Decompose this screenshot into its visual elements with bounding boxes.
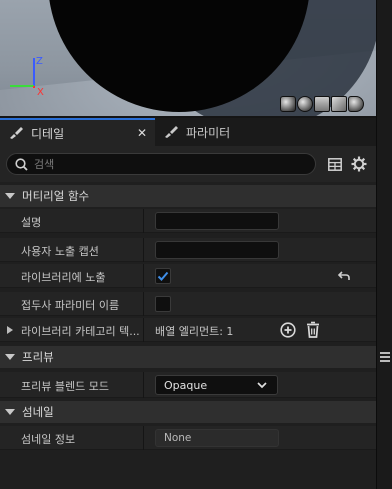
tab-parameters[interactable]: 파라미터 bbox=[155, 118, 238, 146]
column-divider[interactable] bbox=[143, 292, 144, 316]
panel-tab-bar: 디테일 ✕ 파라미터 bbox=[0, 118, 376, 146]
checkmark-icon bbox=[157, 271, 169, 281]
row-label: 설명 bbox=[21, 216, 42, 229]
search-row bbox=[0, 146, 376, 182]
section-material-function[interactable]: 머티리얼 함수 bbox=[0, 185, 376, 207]
expand-arrow-icon[interactable] bbox=[7, 326, 13, 334]
table-view-icon[interactable] bbox=[328, 158, 342, 171]
add-element-icon[interactable] bbox=[280, 322, 296, 338]
row-label: 사용자 노출 캡션 bbox=[21, 245, 99, 258]
array-elements-count: 배열 엘리먼트: 1 bbox=[155, 325, 234, 338]
gizmo-z-label: Z bbox=[36, 56, 43, 67]
column-divider[interactable] bbox=[143, 318, 144, 342]
column-divider[interactable] bbox=[143, 209, 144, 233]
section-thumbnail[interactable]: 섬네일 bbox=[0, 401, 376, 423]
cylinder-icon[interactable] bbox=[280, 96, 296, 112]
column-divider[interactable] bbox=[143, 426, 144, 450]
row-label: 라이브러리 카테고리 텍... bbox=[21, 325, 140, 338]
row-label: 라이브러리에 노출 bbox=[21, 271, 106, 284]
brush-icon bbox=[10, 127, 23, 139]
column-divider[interactable] bbox=[143, 238, 144, 262]
chevron-down-icon bbox=[257, 382, 267, 389]
details-panel: 머티리얼 함수 설명 사용자 노출 캡션 라이브러리에 노출 접두사 파라미터 … bbox=[0, 146, 376, 489]
tab-parameters-label: 파라미터 bbox=[186, 125, 231, 140]
column-divider[interactable] bbox=[143, 264, 144, 288]
section-title: 머티리얼 함수 bbox=[22, 189, 90, 203]
row-thumbnail-info: 섬네일 정보 None bbox=[0, 426, 376, 450]
section-preview[interactable]: 프리뷰 bbox=[0, 346, 376, 368]
teapot-icon[interactable] bbox=[348, 96, 364, 112]
prefix-param-names-checkbox[interactable] bbox=[155, 296, 171, 312]
row-library-categories: 라이브러리 카테고리 텍... 배열 엘리먼트: 1 bbox=[0, 318, 376, 342]
column-divider[interactable] bbox=[143, 372, 144, 398]
blend-mode-dropdown[interactable]: Opaque bbox=[155, 375, 278, 395]
right-dock-strip bbox=[376, 0, 392, 489]
collapse-arrow-icon bbox=[5, 354, 15, 360]
collapse-arrow-icon bbox=[5, 409, 15, 415]
row-label: 프리뷰 블렌드 모드 bbox=[21, 380, 109, 393]
section-title: 프리뷰 bbox=[22, 350, 54, 364]
preview-shape-toolbar bbox=[280, 96, 364, 112]
search-input[interactable] bbox=[34, 157, 284, 171]
row-preview-blend-mode: 프리뷰 블렌드 모드 Opaque bbox=[0, 372, 376, 398]
gizmo-x-label: X bbox=[37, 87, 44, 96]
gear-icon[interactable] bbox=[351, 156, 367, 172]
section-title: 섬네일 bbox=[22, 405, 54, 419]
collapse-arrow-icon bbox=[5, 193, 15, 199]
reset-to-default-icon[interactable] bbox=[337, 269, 351, 283]
description-field[interactable] bbox=[155, 212, 279, 230]
expose-to-library-checkbox[interactable] bbox=[155, 268, 171, 284]
cube-icon[interactable] bbox=[331, 96, 347, 112]
row-prefix-param-names: 접두사 파라미터 이름 bbox=[0, 292, 376, 316]
row-label: 섬네일 정보 bbox=[21, 433, 76, 446]
caption-field[interactable] bbox=[155, 241, 279, 259]
row-description: 설명 bbox=[0, 209, 376, 233]
search-box[interactable] bbox=[6, 153, 316, 175]
brush-icon bbox=[165, 126, 178, 138]
dock-grip-icon[interactable] bbox=[380, 352, 390, 364]
search-icon bbox=[15, 157, 28, 171]
thumbnail-info-value[interactable]: None bbox=[155, 429, 279, 447]
tab-details[interactable]: 디테일 ✕ bbox=[0, 118, 155, 146]
material-preview-viewport[interactable]: Z X bbox=[0, 0, 376, 116]
plane-icon[interactable] bbox=[314, 96, 330, 112]
row-label: 접두사 파라미터 이름 bbox=[21, 299, 120, 312]
axis-gizmo-icon: Z X bbox=[10, 56, 44, 96]
trash-icon[interactable] bbox=[305, 321, 321, 339]
tab-details-label: 디테일 bbox=[31, 126, 65, 141]
dropdown-value: Opaque bbox=[164, 378, 208, 392]
close-icon[interactable]: ✕ bbox=[137, 126, 147, 140]
row-expose-to-library: 라이브러리에 노출 bbox=[0, 264, 376, 288]
sphere-icon[interactable] bbox=[297, 96, 313, 112]
row-user-exposed-caption: 사용자 노출 캡션 bbox=[0, 238, 376, 262]
